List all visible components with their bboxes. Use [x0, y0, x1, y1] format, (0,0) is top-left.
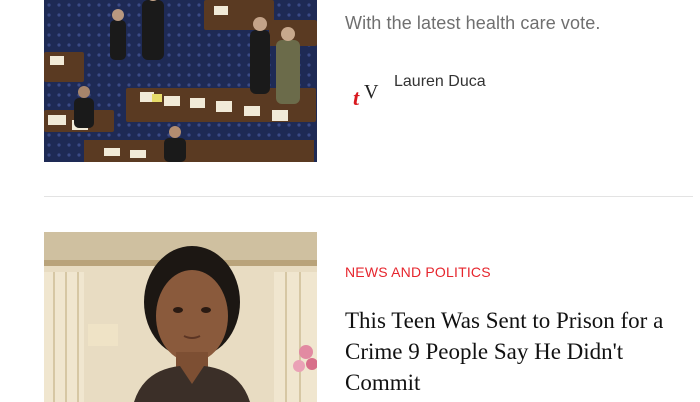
article-divider: [44, 196, 693, 197]
senate-floor-photo-icon: [44, 0, 317, 162]
article-thumbnail-teen[interactable]: [44, 232, 317, 402]
svg-text:t: t: [353, 85, 360, 108]
article-teaser: With the latest health care vote.: [345, 13, 601, 33]
article-category-link[interactable]: NEWS AND POLITICS: [345, 264, 491, 280]
teen-vogue-logo-icon: t V: [353, 81, 379, 108]
author-name[interactable]: Lauren Duca: [394, 73, 486, 91]
svg-text:V: V: [364, 81, 379, 103]
article-thumbnail-senate[interactable]: [44, 0, 317, 162]
teen-portrait-photo-icon: [44, 232, 317, 402]
article-headline-link[interactable]: This Teen Was Sent to Prison for a Crime…: [345, 305, 690, 398]
author-byline[interactable]: t V Lauren Duca: [352, 70, 572, 110]
